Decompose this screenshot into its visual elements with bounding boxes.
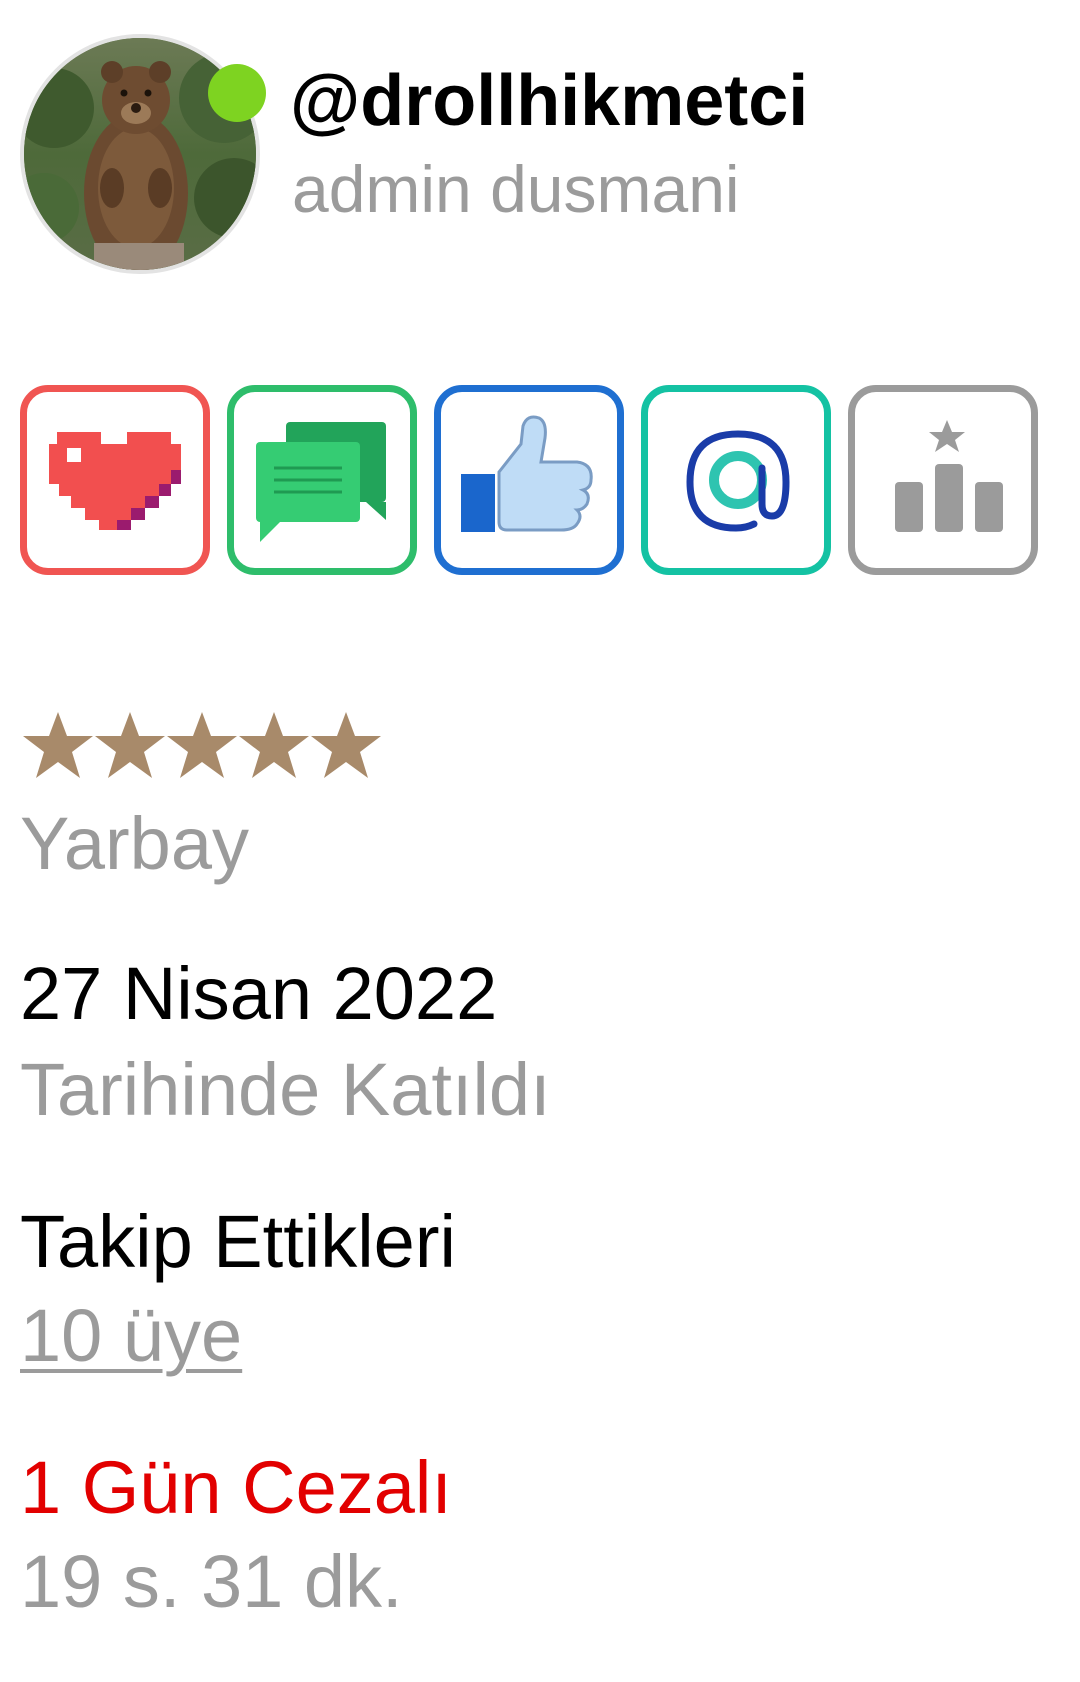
- rank-label: Yarbay: [20, 802, 249, 885]
- profile-header: @drollhikmetci admin dusmani: [0, 0, 1080, 300]
- penalty-label: 1 Gün Cezalı: [20, 1446, 452, 1529]
- star-icon: [239, 712, 309, 778]
- penalty-remaining: 19 s. 31 dk.: [20, 1540, 403, 1623]
- star-icon: [167, 712, 237, 778]
- user-title: admin dusmani: [292, 152, 740, 226]
- join-date-label: Tarihinde Katıldı: [20, 1048, 551, 1131]
- following-label: Takip Ettikleri: [20, 1200, 456, 1283]
- avatar-container[interactable]: [20, 34, 266, 274]
- heart-icon: [49, 432, 181, 530]
- join-date: 27 Nisan 2022: [20, 952, 498, 1035]
- at-sign-icon: [686, 430, 790, 532]
- thumbs-up-icon: [461, 415, 593, 532]
- chat-bubbles-icon: [256, 422, 386, 542]
- badge-mentions[interactable]: [641, 385, 831, 575]
- star-icon: [311, 712, 381, 778]
- star-icon: [95, 712, 165, 778]
- star-icon: [23, 712, 93, 778]
- badge-messages[interactable]: [227, 385, 417, 575]
- username: @drollhikmetci: [290, 61, 809, 141]
- badge-likes-given[interactable]: [434, 385, 624, 575]
- rank-stars: [23, 712, 381, 778]
- online-status-dot: [208, 64, 266, 122]
- badge-likes-received[interactable]: [20, 385, 210, 575]
- following-count-link[interactable]: 10 üye: [20, 1292, 242, 1381]
- leaderboard-icon: [895, 420, 1003, 532]
- badges-row: [20, 385, 1080, 585]
- badge-leaderboard[interactable]: [848, 385, 1038, 575]
